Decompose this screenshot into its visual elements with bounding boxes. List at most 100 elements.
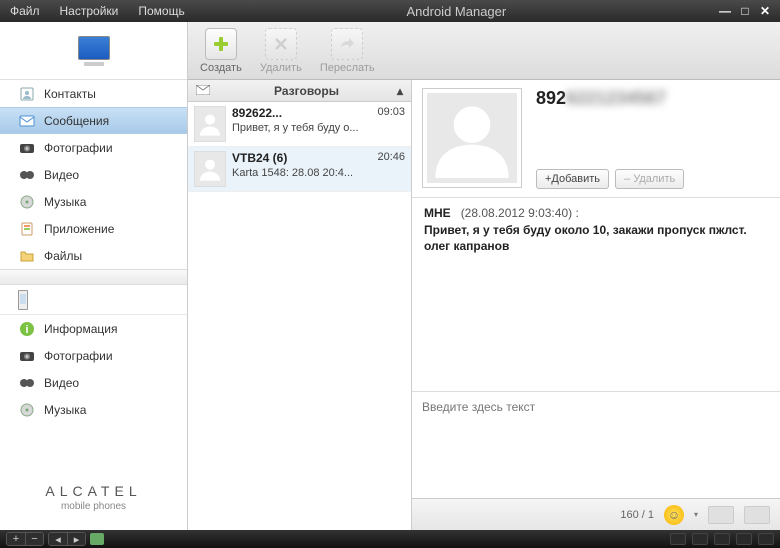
send-draft-button[interactable] <box>708 506 734 524</box>
sidebar-item-label: Приложение <box>44 222 114 236</box>
conversation-list: 892622... 09:03 Привет, я у тебя буду о.… <box>188 102 411 530</box>
compose-toolbar: 160 / 1 ☺ ▾ <box>412 498 780 530</box>
conversation-header-label: Разговоры <box>216 84 397 98</box>
status-icons <box>670 533 774 545</box>
conversation-time: 20:46 <box>377 151 405 165</box>
sidebar-item-label: Музыка <box>44 403 86 417</box>
status-icon <box>692 533 708 545</box>
sidebar-item-label: Видео <box>44 376 79 390</box>
message-body: Привет, я у тебя буду около 10, закажи п… <box>424 222 768 254</box>
forward-icon <box>331 28 363 60</box>
sync-icon[interactable] <box>90 533 104 545</box>
contacts-icon <box>18 86 36 102</box>
status-icon <box>670 533 686 545</box>
apps-icon <box>18 221 36 237</box>
sidebar-item-messages[interactable]: Сообщения <box>0 107 187 134</box>
message-timestamp: (28.08.2012 9:03:40) : <box>454 206 579 220</box>
send-button[interactable] <box>744 506 770 524</box>
contact-number: 8926221234567 <box>536 88 770 109</box>
maximize-button[interactable]: □ <box>738 4 752 18</box>
sidebar-item-label: Фотографии <box>44 349 113 363</box>
sidebar-item-label: Видео <box>44 168 79 182</box>
zoom-in-button[interactable]: + <box>7 533 25 545</box>
conversation-time: 09:03 <box>377 106 405 120</box>
menu-settings[interactable]: Настройки <box>50 1 129 21</box>
device-phone-icon[interactable] <box>0 285 187 315</box>
nav-pill: ◂ ▸ <box>48 532 86 546</box>
photos-icon <box>18 348 36 364</box>
avatar-icon <box>194 151 226 187</box>
sidebar: Контакты Сообщения Фотографии Видео Музы… <box>0 22 188 530</box>
sidebar-item-label: Контакты <box>44 87 96 101</box>
sidebar-item-contacts[interactable]: Контакты <box>0 80 187 107</box>
status-icon <box>714 533 730 545</box>
create-button[interactable]: Создать <box>200 28 242 74</box>
message-sender: МНЕ <box>424 206 451 220</box>
sidebar-item-music-phone[interactable]: Музыка <box>0 396 187 423</box>
main-menu: Файл Настройки Помощь <box>0 1 195 21</box>
status-bar: + − ◂ ▸ <box>0 530 780 548</box>
window-title: Android Manager <box>195 4 718 19</box>
contact-avatar <box>422 88 522 188</box>
forward-button: Переслать <box>320 28 375 74</box>
compose-input[interactable] <box>412 392 780 498</box>
minimize-button[interactable]: — <box>718 4 732 18</box>
info-icon: i <box>18 321 36 337</box>
files-icon <box>18 248 36 264</box>
device-pc-icon <box>0 22 187 80</box>
nav-prev-button[interactable]: ◂ <box>49 533 67 545</box>
conversation-panel: Разговоры ▴ 892622... 09:03 Привет, я у … <box>188 80 412 530</box>
nav-next-button[interactable]: ▸ <box>67 533 85 545</box>
toolbar: Создать Удалить Переслать <box>188 22 780 80</box>
sidebar-item-video[interactable]: Видео <box>0 161 187 188</box>
plus-icon <box>205 28 237 60</box>
sidebar-item-files[interactable]: Файлы <box>0 242 187 269</box>
sidebar-item-apps[interactable]: Приложение <box>0 215 187 242</box>
emoji-dropdown-icon[interactable]: ▾ <box>694 510 698 519</box>
detail-pane: 8926221234567 +Добавить – Удалить МНЕ (2… <box>412 80 780 530</box>
conversation-header[interactable]: Разговоры ▴ <box>188 80 411 102</box>
sidebar-item-label: Файлы <box>44 249 82 263</box>
status-icon <box>736 533 752 545</box>
tool-label: Удалить <box>260 62 302 74</box>
brand-footer: ALCATEL mobile phones <box>0 471 187 530</box>
tool-label: Переслать <box>320 62 375 74</box>
sidebar-item-info[interactable]: i Информация <box>0 315 187 342</box>
conversation-preview: Привет, я у тебя буду о... <box>232 122 405 134</box>
contact-header: 8926221234567 +Добавить – Удалить <box>412 80 780 198</box>
sidebar-item-label: Сообщения <box>44 114 109 128</box>
video-icon <box>18 375 36 391</box>
menu-file[interactable]: Файл <box>0 1 50 21</box>
titlebar: Файл Настройки Помощь Android Manager — … <box>0 0 780 22</box>
add-contact-button[interactable]: +Добавить <box>536 169 609 189</box>
sidebar-divider <box>0 269 187 285</box>
close-button[interactable]: ✕ <box>758 4 772 18</box>
sidebar-item-photos-phone[interactable]: Фотографии <box>0 342 187 369</box>
conversation-item[interactable]: 892622... 09:03 Привет, я у тебя буду о.… <box>188 102 411 147</box>
delete-contact-button: – Удалить <box>615 169 684 189</box>
sidebar-item-music[interactable]: Музыка <box>0 188 187 215</box>
content-area: Создать Удалить Переслать Разговоры ▴ <box>188 22 780 530</box>
sidebar-item-photos[interactable]: Фотографии <box>0 134 187 161</box>
music-icon <box>18 194 36 210</box>
photos-icon <box>18 140 36 156</box>
brand-name: ALCATEL <box>0 483 187 499</box>
sidebar-item-video-phone[interactable]: Видео <box>0 369 187 396</box>
avatar-icon <box>194 106 226 142</box>
brand-sub: mobile phones <box>0 501 187 512</box>
zoom-out-button[interactable]: − <box>25 533 43 545</box>
conversation-name: 892622... <box>232 106 282 120</box>
conversation-item[interactable]: VTB24 (6) 20:46 Karta 1548: 28.08 20:4..… <box>188 147 411 192</box>
sidebar-item-label: Музыка <box>44 195 86 209</box>
messages-icon <box>18 113 36 129</box>
tool-label: Создать <box>200 62 242 74</box>
zoom-pill: + − <box>6 532 44 546</box>
sort-icon[interactable]: ▴ <box>397 84 403 98</box>
nav-list-pc: Контакты Сообщения Фотографии Видео Музы… <box>0 80 187 471</box>
music-icon <box>18 402 36 418</box>
video-icon <box>18 167 36 183</box>
message-list: МНЕ (28.08.2012 9:03:40) : Привет, я у т… <box>412 198 780 392</box>
menu-help[interactable]: Помощь <box>128 1 194 21</box>
emoji-button[interactable]: ☺ <box>664 505 684 525</box>
svg-text:i: i <box>25 324 28 336</box>
